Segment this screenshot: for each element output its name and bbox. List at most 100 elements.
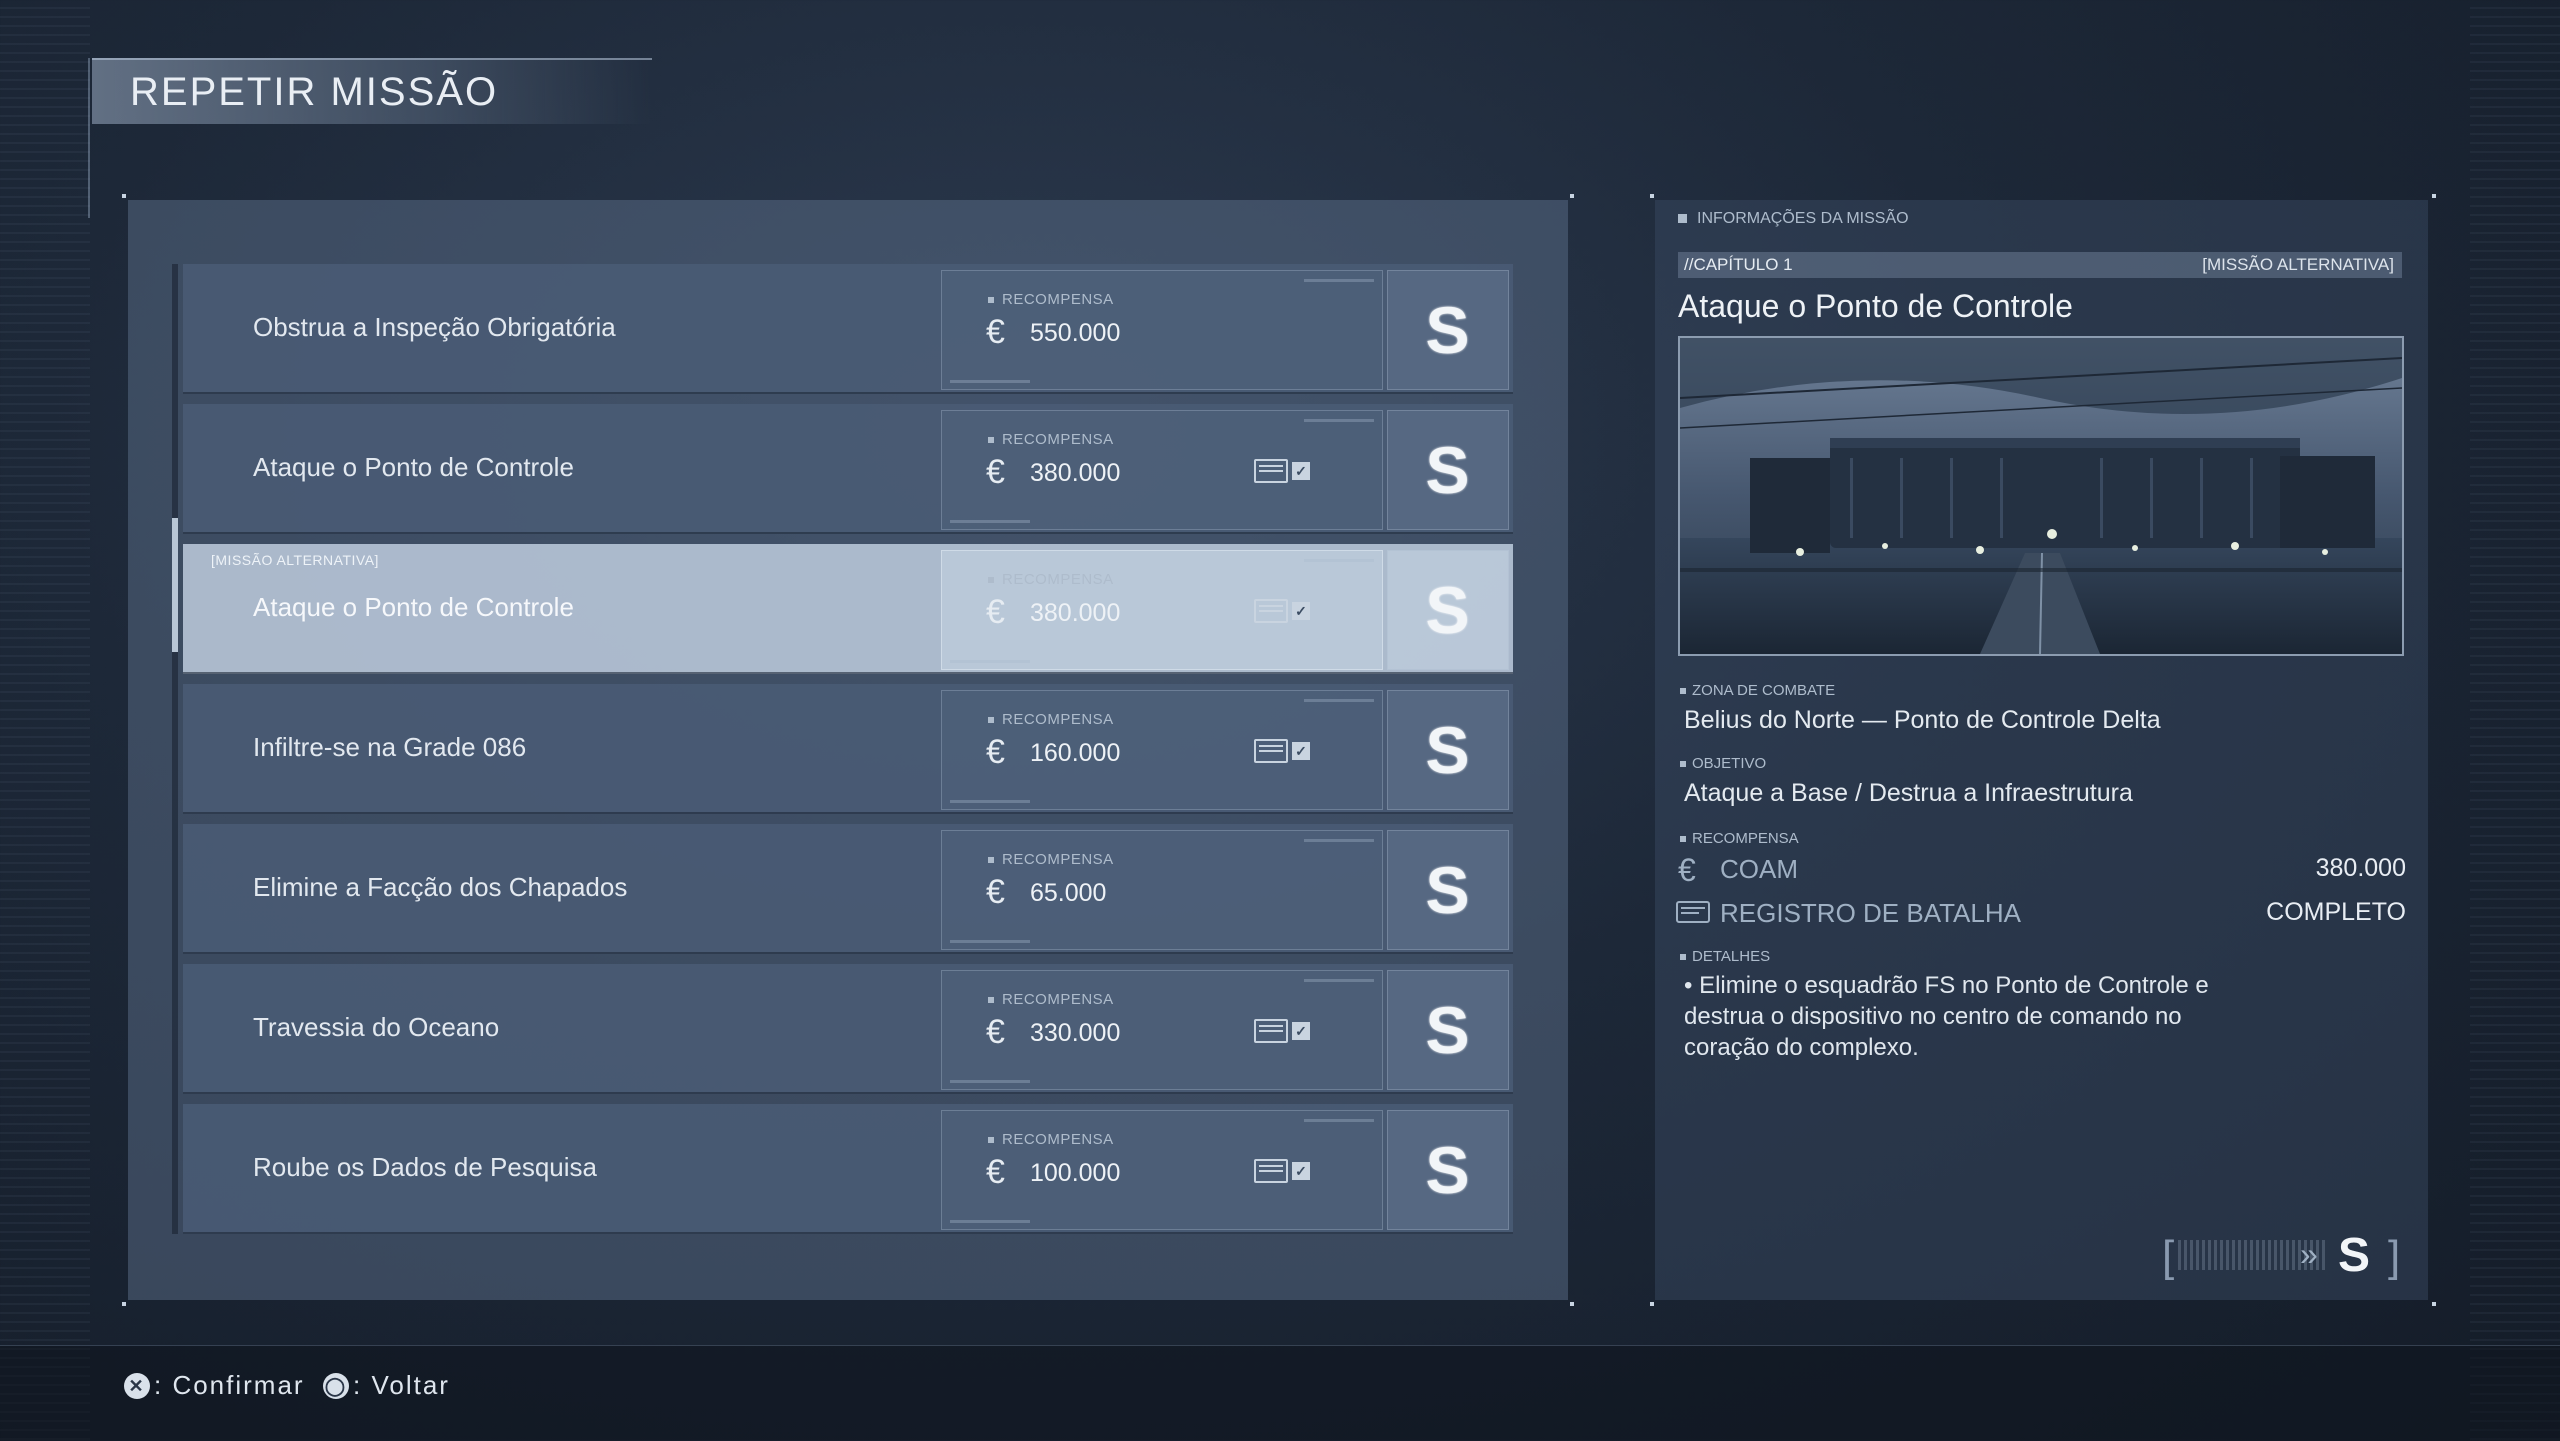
currency-icon: € bbox=[986, 313, 1005, 351]
decorative-line bbox=[1304, 979, 1374, 982]
decorative-line bbox=[1304, 839, 1374, 842]
check-icon: ✓ bbox=[1292, 742, 1310, 760]
mission-row[interactable]: Travessia do Oceano RECOMPENSA € 330.000… bbox=[183, 964, 1513, 1094]
currency-icon: € bbox=[986, 453, 1005, 491]
decorative-side-pattern-left bbox=[0, 0, 90, 1440]
reward-label: RECOMPENSA bbox=[988, 711, 1114, 728]
check-icon: ✓ bbox=[1292, 1022, 1310, 1040]
chapter-bar: //CAPÍTULO 1 [MISSÃO ALTERNATIVA] bbox=[1678, 252, 2402, 278]
circle-button-icon: ◯ bbox=[323, 1372, 349, 1399]
mission-row[interactable]: Elimine a Facção dos Chapados RECOMPENSA… bbox=[183, 824, 1513, 954]
decorative-line bbox=[1304, 419, 1374, 422]
rank-box: S bbox=[1387, 270, 1509, 390]
battle-log-icon bbox=[1676, 900, 1710, 929]
back-hint[interactable]: ◯ : Voltar bbox=[323, 1370, 450, 1401]
decorative-line bbox=[950, 380, 1030, 383]
decorative-line bbox=[950, 800, 1030, 803]
scrollbar-thumb[interactable] bbox=[172, 518, 178, 652]
confirm-label: : Confirmar bbox=[154, 1370, 305, 1400]
decorative-line bbox=[950, 520, 1030, 523]
confirm-hint[interactable]: ✕ : Confirmar bbox=[124, 1370, 305, 1401]
rank-box: S bbox=[1387, 410, 1509, 530]
corner-marker bbox=[2432, 1302, 2436, 1306]
mission-rank: S bbox=[1425, 1133, 1471, 1207]
coam-currency-icon: € bbox=[1678, 852, 1696, 888]
currency-icon: € bbox=[986, 873, 1005, 911]
corner-marker bbox=[1570, 1302, 1574, 1306]
bracket-left: [ bbox=[2162, 1232, 2175, 1281]
mission-row[interactable]: Ataque o Ponto de Controle RECOMPENSA € … bbox=[183, 404, 1513, 534]
mission-rank: S bbox=[1425, 293, 1471, 367]
mission-name: Ataque o Ponto de Controle bbox=[253, 452, 574, 482]
title-bar: REPETIR MISSÃO bbox=[92, 58, 652, 124]
corner-marker bbox=[1650, 1302, 1654, 1306]
decorative-side-pattern-right bbox=[2470, 0, 2560, 1440]
currency-icon: € bbox=[986, 733, 1005, 771]
details-text: • Elimine o esquadrão FS no Ponto de Con… bbox=[1684, 972, 2209, 1061]
rank-box: S bbox=[1387, 970, 1509, 1090]
mission-name: Infiltre-se na Grade 086 bbox=[253, 732, 527, 762]
reward-label: RECOMPENSA bbox=[988, 991, 1114, 1008]
reward-label: RECOMPENSA bbox=[988, 1131, 1114, 1148]
mission-row[interactable]: [MISSÃO ALTERNATIVA] Ataque o Ponto de Co… bbox=[183, 544, 1513, 674]
cross-button-icon: ✕ bbox=[124, 1372, 150, 1399]
combat-zone-value: Belius do Norte — Ponto de Controle Delt… bbox=[1684, 706, 2161, 734]
rank-box: S bbox=[1387, 550, 1509, 670]
reward-amount: 65.000 bbox=[1030, 879, 1107, 907]
reward-amount: 160.000 bbox=[1030, 739, 1121, 767]
battle-log-card-icon bbox=[1254, 1019, 1288, 1043]
mission-name: Travessia do Oceano bbox=[253, 1012, 500, 1042]
battle-log-complete-icon: ✓ bbox=[1254, 739, 1310, 763]
reward-label: RECOMPENSA bbox=[988, 571, 1114, 588]
reward-box: RECOMPENSA € 65.000 bbox=[941, 830, 1383, 950]
mission-name: Obstrua a Inspeção Obrigatória bbox=[253, 312, 616, 342]
check-icon: ✓ bbox=[1292, 1162, 1310, 1180]
battle-log-card-icon bbox=[1254, 459, 1288, 483]
back-label: : Voltar bbox=[353, 1370, 450, 1400]
mission-row[interactable]: Infiltre-se na Grade 086 RECOMPENSA € 16… bbox=[183, 684, 1513, 814]
mission-preview-image bbox=[1678, 336, 2404, 656]
decorative-line bbox=[950, 1220, 1030, 1223]
reward-amount: 100.000 bbox=[1030, 1159, 1121, 1187]
battle-log-complete-icon: ✓ bbox=[1254, 1019, 1310, 1043]
alt-mission-tag: [MISSÃO ALTERNATIVA] bbox=[211, 552, 379, 568]
frame-line bbox=[88, 58, 90, 218]
battle-log-card-icon bbox=[1254, 599, 1288, 623]
battle-log-complete-icon: ✓ bbox=[1254, 1159, 1310, 1183]
objective-value: Ataque a Base / Destrua a Infraestrutura bbox=[1684, 779, 2133, 807]
decorative-line bbox=[950, 940, 1030, 943]
check-icon: ✓ bbox=[1292, 602, 1310, 620]
mission-name: Elimine a Facção dos Chapados bbox=[253, 872, 628, 902]
decorative-line bbox=[1304, 1119, 1374, 1122]
mission-name: Roube os Dados de Pesquisa bbox=[253, 1152, 598, 1182]
mission-rank: S bbox=[1425, 853, 1471, 927]
currency-icon: € bbox=[986, 593, 1005, 631]
double-chevron-icon: » bbox=[2300, 1236, 2318, 1272]
mission-row[interactable]: Roube os Dados de Pesquisa RECOMPENSA € … bbox=[183, 1104, 1513, 1234]
reward-label: RECOMPENSA bbox=[988, 851, 1114, 868]
reward-label: RECOMPENSA bbox=[988, 431, 1114, 448]
coam-value: 380.000 bbox=[2315, 854, 2406, 882]
mission-name: Ataque o Ponto de Controle bbox=[253, 592, 574, 622]
info-header: INFORMAÇÕES DA MISSÃO bbox=[1678, 210, 1909, 228]
check-icon: ✓ bbox=[1292, 462, 1310, 480]
corner-marker bbox=[122, 194, 126, 198]
reward-amount: 550.000 bbox=[1030, 319, 1121, 347]
objective-label: OBJETIVO bbox=[1680, 755, 1766, 772]
currency-icon: € bbox=[986, 1153, 1005, 1191]
decorative-line bbox=[1304, 699, 1374, 702]
decorative-line bbox=[1304, 559, 1374, 562]
mission-row[interactable]: Obstrua a Inspeção Obrigatória RECOMPENS… bbox=[183, 264, 1513, 394]
rank-box: S bbox=[1387, 830, 1509, 950]
reward-box: RECOMPENSA € 100.000 ✓ bbox=[941, 1110, 1383, 1230]
chapter-label: //CAPÍTULO 1 bbox=[1684, 255, 1793, 274]
page-title: REPETIR MISSÃO bbox=[130, 70, 499, 114]
currency-icon: € bbox=[986, 1013, 1005, 1051]
scrollbar-track[interactable] bbox=[172, 264, 178, 1234]
battle-log-complete-icon: ✓ bbox=[1254, 599, 1310, 623]
mission-rank: S bbox=[1425, 573, 1471, 647]
reward-box: RECOMPENSA € 380.000 ✓ bbox=[941, 550, 1383, 670]
battle-log-card-icon bbox=[1254, 1159, 1288, 1183]
bracket-right: ] bbox=[2388, 1232, 2401, 1281]
reward-box: RECOMPENSA € 160.000 ✓ bbox=[941, 690, 1383, 810]
